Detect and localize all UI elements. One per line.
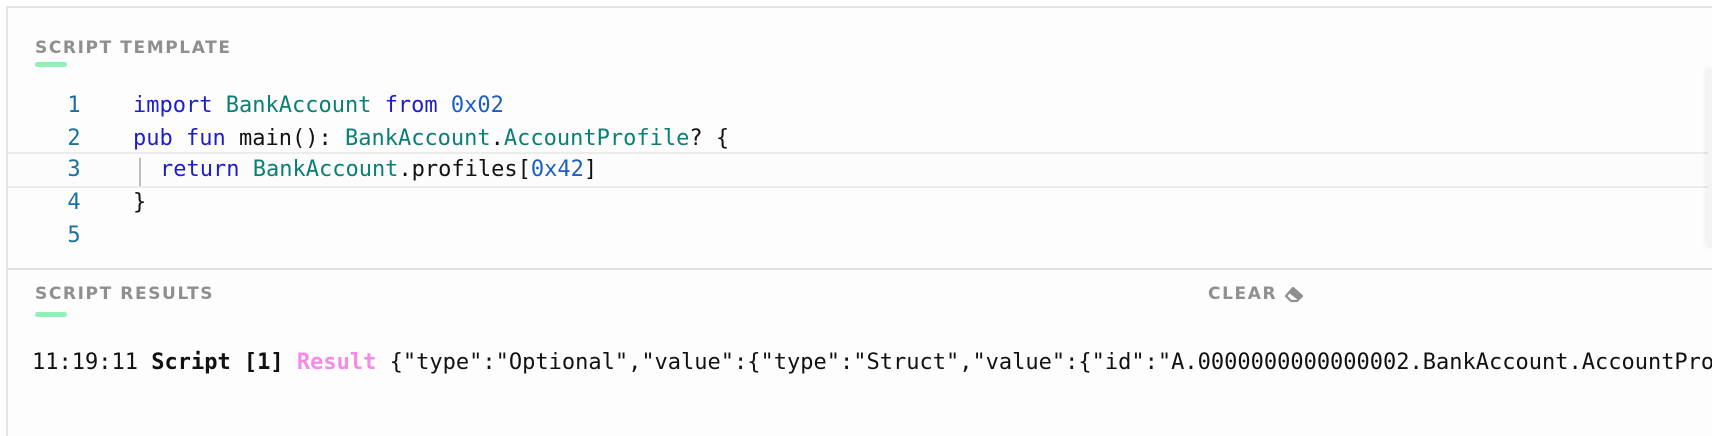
result-source: Script [1] bbox=[151, 350, 284, 375]
code-line-3-active[interactable]: 3 return BankAccount.profiles[0x42] bbox=[8, 152, 1712, 188]
playground-panel: SCRIPT TEMPLATE 1 import BankAccount fro… bbox=[6, 6, 1712, 436]
code-token: ] bbox=[583, 157, 598, 182]
code-token: fun bbox=[186, 126, 226, 151]
result-entry: 11:19:11 Script [1] Result {"type":"Opti… bbox=[32, 348, 1712, 378]
code-token: BankAccount bbox=[252, 157, 399, 182]
eraser-icon bbox=[1285, 286, 1304, 303]
code-text[interactable]: return BankAccount.profiles[0x42] bbox=[160, 152, 597, 188]
code-line-4[interactable]: 4 } bbox=[8, 185, 1712, 221]
section-divider bbox=[8, 268, 1712, 270]
code-token: 0x42 bbox=[530, 157, 584, 182]
code-text[interactable]: } bbox=[133, 185, 146, 221]
result-kind: Result bbox=[296, 350, 377, 375]
line-number: 1 bbox=[67, 93, 81, 118]
editor-scroll-edge bbox=[1708, 68, 1712, 248]
title-accent-bar bbox=[35, 312, 67, 317]
line-number: 4 bbox=[67, 190, 81, 215]
code-token: ? { bbox=[689, 126, 730, 151]
code-editor[interactable]: 1 import BankAccount from 0x02 2 pub fun… bbox=[8, 88, 1712, 272]
code-token: } bbox=[133, 190, 147, 215]
code-token: AccountProfile bbox=[503, 126, 690, 151]
code-token: . bbox=[490, 126, 504, 151]
result-value: {"type":"Optional","value":{"type":"Stru… bbox=[389, 350, 1712, 375]
code-token: main(): bbox=[225, 126, 345, 151]
code-line-1[interactable]: 1 import BankAccount from 0x02 bbox=[8, 88, 1712, 124]
clear-label: CLEAR bbox=[1208, 284, 1278, 304]
code-line-5[interactable]: 5 bbox=[8, 218, 1712, 254]
code-token: .profiles[ bbox=[398, 157, 531, 182]
code-token: BankAccount bbox=[225, 93, 372, 118]
code-token: import bbox=[133, 93, 213, 118]
code-token: BankAccount bbox=[344, 126, 491, 151]
code-token: pub bbox=[133, 126, 173, 151]
code-token: return bbox=[160, 157, 240, 182]
code-text[interactable]: import BankAccount from 0x02 bbox=[133, 88, 504, 124]
script-results-title: SCRIPT RESULTS bbox=[35, 284, 215, 304]
result-time: 11:19:11 bbox=[32, 350, 138, 375]
title-accent-bar bbox=[35, 62, 67, 67]
indent-guide bbox=[139, 158, 141, 186]
line-number: 3 bbox=[67, 157, 81, 182]
script-template-title: SCRIPT TEMPLATE bbox=[35, 38, 232, 58]
code-token: from bbox=[384, 93, 438, 118]
code-token: 0x02 bbox=[450, 93, 504, 118]
clear-button[interactable]: CLEAR bbox=[1208, 284, 1305, 304]
line-number: 5 bbox=[67, 223, 81, 248]
